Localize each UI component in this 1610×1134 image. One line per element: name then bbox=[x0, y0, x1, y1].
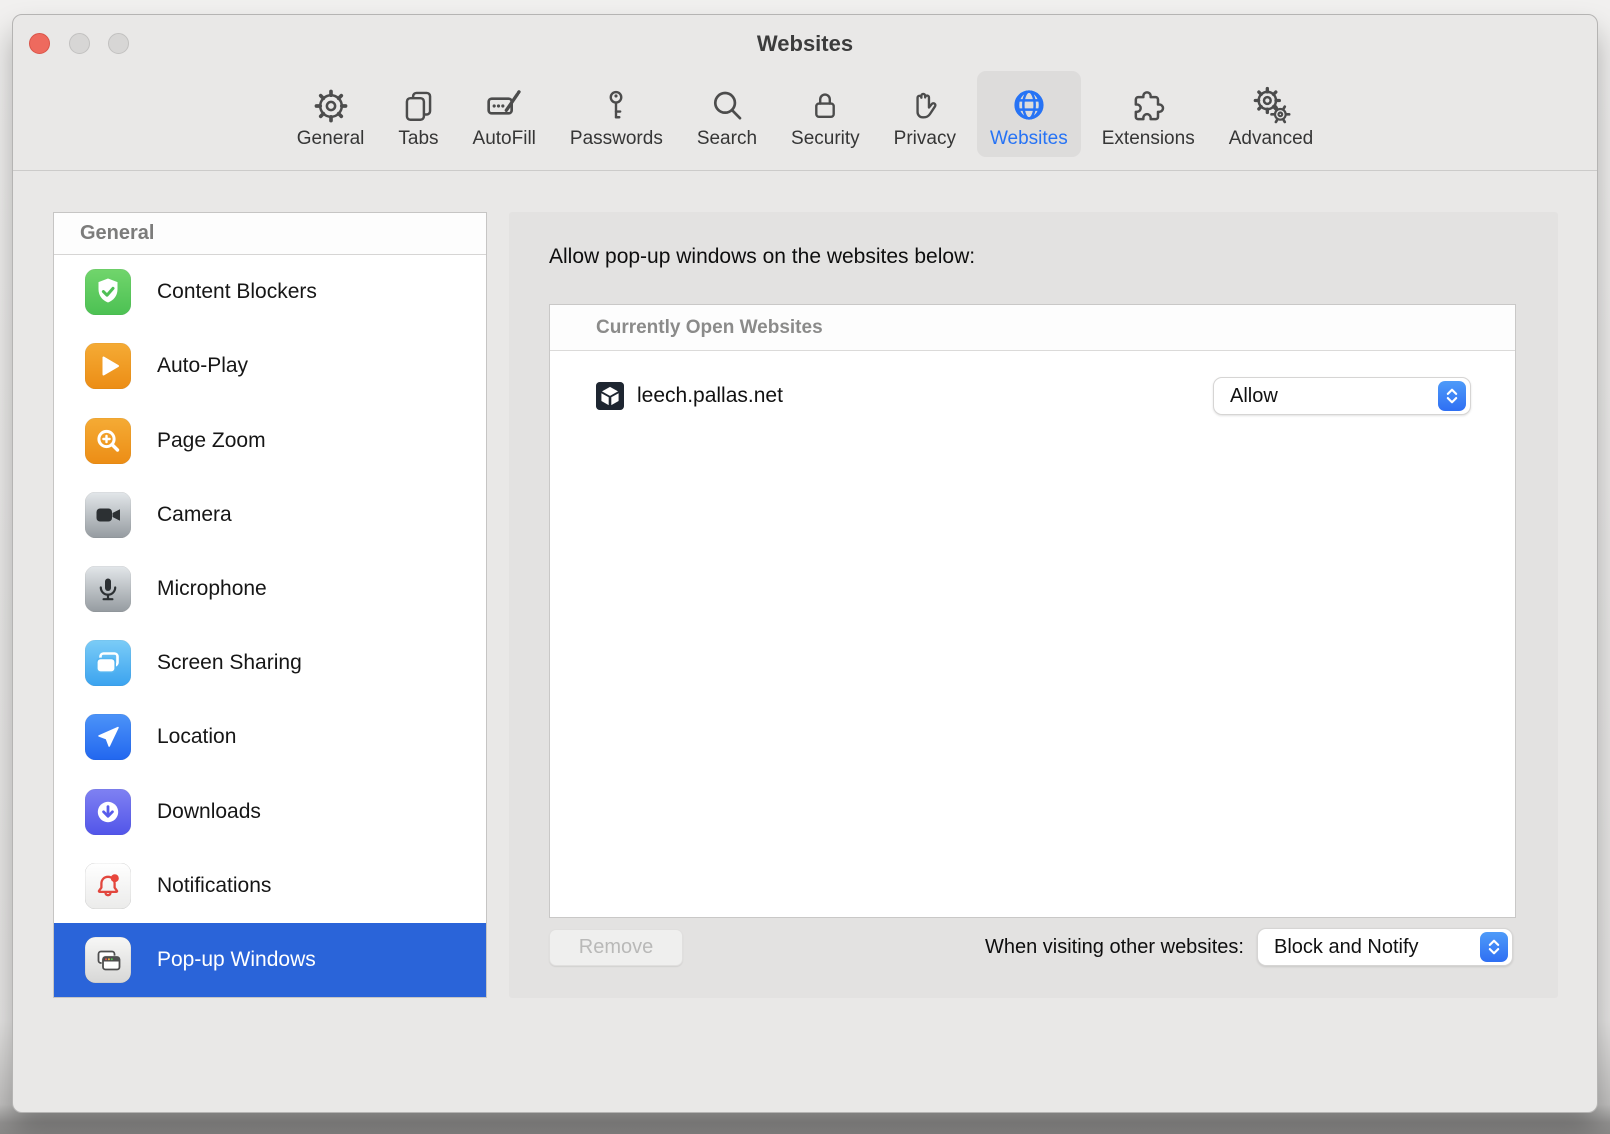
location-icon bbox=[85, 714, 131, 760]
sidebar-item-label: Auto-Play bbox=[157, 354, 248, 378]
site-domain: leech.pallas.net bbox=[637, 384, 1213, 408]
sidebar-item-pop-up-windows[interactable]: Pop-up Windows bbox=[54, 923, 486, 997]
microphone-icon bbox=[85, 566, 131, 612]
chevron-up-down-icon bbox=[1438, 381, 1466, 411]
puzzle-icon bbox=[1128, 81, 1168, 125]
tabs-icon bbox=[400, 81, 437, 125]
search-icon bbox=[708, 81, 746, 125]
gears-icon bbox=[1250, 81, 1292, 125]
tab-label: Security bbox=[791, 129, 860, 148]
tab-label: Passwords bbox=[570, 129, 663, 148]
sidebar-item-page-zoom[interactable]: Page Zoom bbox=[54, 403, 486, 477]
hand-icon bbox=[906, 81, 944, 125]
sidebar-item-microphone[interactable]: Microphone bbox=[54, 552, 486, 626]
window-title: Websites bbox=[13, 31, 1597, 57]
sidebar-item-label: Notifications bbox=[157, 874, 271, 898]
sidebar-item-label: Microphone bbox=[157, 577, 267, 601]
panel-footer: Remove When visiting other websites: Blo… bbox=[549, 927, 1513, 967]
sidebar-item-label: Downloads bbox=[157, 800, 261, 824]
titlebar: Websites bbox=[13, 15, 1597, 71]
websites-sidebar: General Content Blockers bbox=[53, 212, 487, 998]
page-zoom-icon bbox=[85, 418, 131, 464]
key-icon bbox=[598, 81, 634, 125]
table-row[interactable]: leech.pallas.net Allow bbox=[550, 363, 1515, 429]
tab-extensions[interactable]: Extensions bbox=[1089, 71, 1208, 157]
tab-websites[interactable]: Websites bbox=[977, 71, 1081, 157]
tab-advanced[interactable]: Advanced bbox=[1216, 71, 1327, 157]
tab-general[interactable]: General bbox=[284, 71, 378, 157]
permission-dropdown[interactable]: Allow bbox=[1213, 377, 1471, 415]
downloads-icon bbox=[85, 789, 131, 835]
notifications-icon bbox=[85, 863, 131, 909]
tab-label: General bbox=[297, 129, 365, 148]
tab-passwords[interactable]: Passwords bbox=[557, 71, 676, 157]
tab-autofill[interactable]: AutoFill bbox=[460, 71, 549, 157]
permission-value: Allow bbox=[1230, 385, 1438, 408]
lock-icon bbox=[807, 81, 843, 125]
tab-label: Extensions bbox=[1102, 129, 1195, 148]
remove-button[interactable]: Remove bbox=[549, 929, 683, 966]
sidebar-item-screen-sharing[interactable]: Screen Sharing bbox=[54, 626, 486, 700]
globe-icon bbox=[1009, 81, 1049, 125]
sidebar-item-camera[interactable]: Camera bbox=[54, 478, 486, 552]
preferences-window: Websites General bbox=[12, 14, 1598, 1113]
content-blockers-icon bbox=[85, 269, 131, 315]
sidebar-item-label: Pop-up Windows bbox=[157, 948, 316, 972]
sidebar-item-notifications[interactable]: Notifications bbox=[54, 849, 486, 923]
sidebar-item-downloads[interactable]: Downloads bbox=[54, 774, 486, 848]
autofill-icon bbox=[484, 81, 524, 125]
sidebar-list: Content Blockers Auto-Play bbox=[54, 255, 486, 997]
sidebar-item-label: Content Blockers bbox=[157, 280, 317, 304]
sidebar-item-label: Location bbox=[157, 725, 236, 749]
tab-security[interactable]: Security bbox=[778, 71, 873, 157]
tab-privacy[interactable]: Privacy bbox=[881, 71, 969, 157]
websites-table: Currently Open Websites leech.pallas.net… bbox=[549, 304, 1516, 918]
other-websites-dropdown[interactable]: Block and Notify bbox=[1257, 928, 1513, 966]
other-websites-value: Block and Notify bbox=[1274, 936, 1480, 959]
sidebar-section-header: General bbox=[54, 213, 486, 255]
content-area: General Content Blockers bbox=[13, 171, 1597, 1112]
tab-label: Websites bbox=[990, 129, 1068, 148]
tab-label: Tabs bbox=[398, 129, 438, 148]
sidebar-item-auto-play[interactable]: Auto-Play bbox=[54, 329, 486, 403]
tab-label: Search bbox=[697, 129, 757, 148]
other-websites-label: When visiting other websites: bbox=[985, 936, 1244, 959]
sidebar-item-label: Screen Sharing bbox=[157, 651, 302, 675]
camera-icon bbox=[85, 492, 131, 538]
chevron-up-down-icon bbox=[1480, 932, 1508, 962]
sidebar-item-location[interactable]: Location bbox=[54, 700, 486, 774]
sidebar-item-label: Camera bbox=[157, 503, 232, 527]
table-header: Currently Open Websites bbox=[550, 305, 1515, 351]
tab-label: AutoFill bbox=[473, 129, 536, 148]
pop-up-windows-icon bbox=[85, 937, 131, 983]
preferences-toolbar: General Tabs bbox=[13, 71, 1597, 170]
tab-tabs[interactable]: Tabs bbox=[385, 71, 451, 157]
panel-heading: Allow pop-up windows on the websites bel… bbox=[549, 245, 975, 269]
auto-play-icon bbox=[85, 343, 131, 389]
gear-icon bbox=[312, 81, 350, 125]
tab-label: Privacy bbox=[894, 129, 956, 148]
sidebar-item-label: Page Zoom bbox=[157, 429, 266, 453]
sidebar-item-content-blockers[interactable]: Content Blockers bbox=[54, 255, 486, 329]
pop-up-windows-panel: Allow pop-up windows on the websites bel… bbox=[509, 212, 1558, 998]
tab-label: Advanced bbox=[1229, 129, 1314, 148]
site-favicon-icon bbox=[596, 382, 624, 410]
screen-sharing-icon bbox=[85, 640, 131, 686]
tab-search[interactable]: Search bbox=[684, 71, 770, 157]
